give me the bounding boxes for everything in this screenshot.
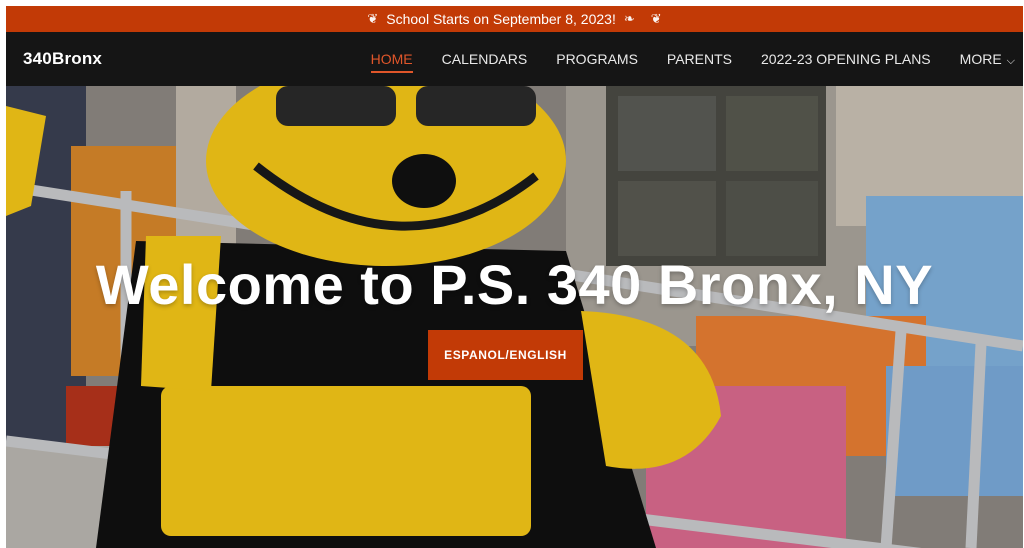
site-logo[interactable]: 340Bronx bbox=[23, 49, 102, 69]
nav-item-more-label: MORE bbox=[959, 50, 1002, 67]
chevron-down-icon: ⌵ bbox=[1006, 54, 1015, 67]
nav-item-opening-plans[interactable]: 2022-23 OPENING PLANS bbox=[761, 51, 931, 67]
nav-item-calendars[interactable]: CALENDARS bbox=[442, 51, 528, 67]
leaf-icon: ❦ bbox=[650, 11, 662, 26]
hero-headline: Welcome to P.S. 340 Bronx, NY bbox=[95, 253, 934, 316]
nav-item-home[interactable]: HOME bbox=[370, 51, 413, 73]
leaf-icon: ❦ bbox=[367, 11, 379, 26]
language-toggle-button[interactable]: ESPANOL/ENGLISH bbox=[428, 330, 583, 380]
hero-banner: Welcome to P.S. 340 Bronx, NY ESPANOL/EN… bbox=[6, 86, 1023, 548]
nav-item-programs[interactable]: PROGRAMS bbox=[556, 51, 638, 67]
nav-item-parents[interactable]: PARENTS bbox=[667, 51, 732, 67]
page-frame: ❦ School Starts on September 8, 2023! ❧ … bbox=[6, 6, 1023, 548]
hero-background-image bbox=[6, 86, 1023, 548]
announcement-text: School Starts on September 8, 2023! bbox=[386, 11, 616, 27]
announcement-bar: ❦ School Starts on September 8, 2023! ❧ … bbox=[6, 6, 1023, 32]
nav-item-more[interactable]: MORE ⌵ bbox=[960, 51, 1015, 68]
leaf-icon: ❧ bbox=[623, 11, 635, 26]
top-navigation: 340Bronx HOME CALENDARS PROGRAMS PARENTS… bbox=[6, 32, 1023, 86]
main-menu: HOME CALENDARS PROGRAMS PARENTS 2022-23 … bbox=[342, 32, 1015, 86]
